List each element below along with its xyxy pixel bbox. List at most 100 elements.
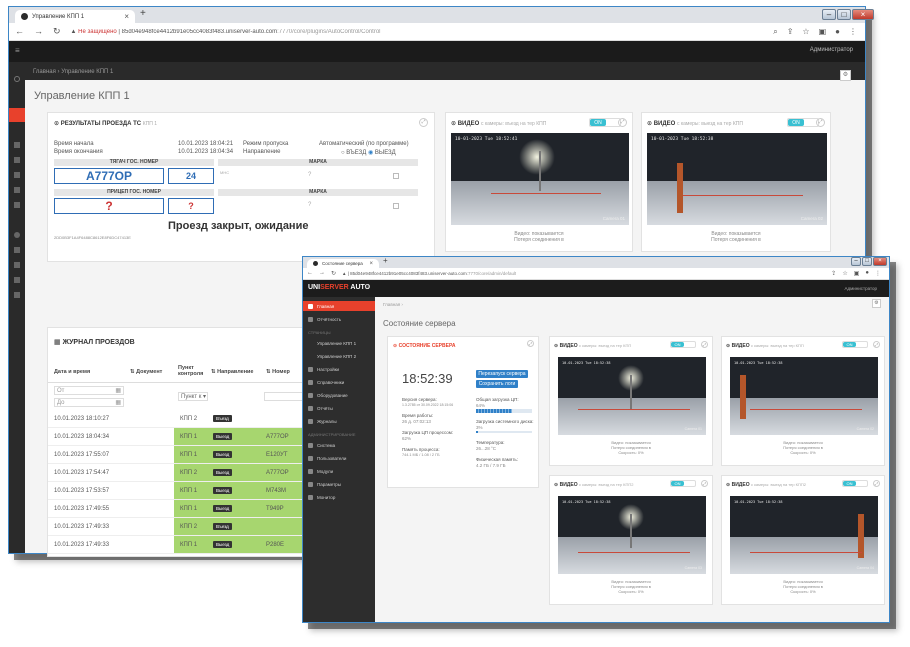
col-post[interactable]: Пункт контроля [178, 365, 206, 377]
forward-arrow-icon[interactable]: → [319, 270, 325, 277]
side-indicator-icon[interactable] [9, 108, 25, 122]
share-icon[interactable]: ⇪ [787, 27, 794, 37]
new-tab-icon[interactable]: + [140, 8, 146, 19]
sidebar-item[interactable]: Отчёты [303, 403, 375, 413]
expand-icon[interactable]: ⤢ [701, 341, 708, 348]
table-row[interactable]: 10.01.2023 18:04:34 КПП 1 Выезд А777ОР [48, 428, 314, 446]
sidebar-item[interactable]: Журналы [303, 416, 375, 426]
expand-icon[interactable]: ⤢ [419, 118, 428, 127]
side-icon-3[interactable] [14, 157, 20, 163]
sidebar-item[interactable]: Настройки [303, 364, 375, 374]
profile-icon[interactable]: ● [835, 27, 840, 37]
sidebar-item[interactable]: Главная [303, 301, 375, 311]
calendar-icon[interactable]: ▦ [115, 399, 121, 407]
back-arrow-icon[interactable]: ← [15, 26, 24, 37]
filter-from[interactable]: От ▦ [54, 386, 124, 395]
col-datetime[interactable]: Дата и время [54, 369, 90, 375]
minimize-icon[interactable]: – [851, 257, 861, 266]
logo[interactable]: UNISERVER AUTO [308, 284, 370, 291]
reload-icon[interactable]: ↻ [331, 270, 336, 277]
sidebar-item[interactable]: Оборудование [303, 390, 375, 400]
sidebar-icon[interactable]: ▣ [854, 270, 860, 277]
hamburger-icon[interactable]: ≡ [15, 46, 20, 55]
window-close-icon[interactable]: × [852, 9, 874, 20]
expand-icon[interactable]: ⤢ [618, 118, 627, 127]
side-icon-7[interactable] [14, 232, 20, 238]
col-plate[interactable]: ⇅ Номер [266, 369, 290, 375]
share-icon[interactable]: ⇪ [831, 270, 836, 277]
table-row[interactable]: 10.01.2023 17:53:57 КПП 1 Выезд М743М [48, 482, 314, 500]
filter-to[interactable]: До ▦ [54, 398, 124, 407]
filter-post[interactable]: Пункт к ▾ [178, 392, 208, 401]
side-icon-6[interactable] [14, 202, 20, 208]
video-toggle[interactable]: ON [842, 480, 868, 487]
back-tab[interactable]: Управление КПП 1 × [15, 10, 135, 23]
table-row[interactable]: 10.01.2023 18:10:27 КПП 2 Въезд [48, 410, 314, 428]
video-toggle[interactable]: ON [589, 118, 621, 127]
settings-gear-icon[interactable]: ⚙ [872, 299, 881, 308]
sidebar-item[interactable]: Управление КПП 1 [303, 338, 375, 348]
breadcrumb-home[interactable]: Главная [33, 69, 56, 75]
front-url[interactable]: ▲ | 85d04e948fce4412b91e05cc4083f483.uni… [342, 271, 516, 276]
save-log-button[interactable]: Сохранить логи [476, 380, 518, 388]
sidebar-item[interactable]: Отчётность [303, 314, 375, 324]
direction-radios[interactable]: ○ ВЪЕЗД ◉ ВЫЕЗД [341, 149, 396, 156]
table-row[interactable]: 10.01.2023 17:49:33 КПП 1 Выезд Р280Е [48, 536, 314, 554]
sidebar-item[interactable]: Управление КПП 2 [303, 351, 375, 361]
star-icon[interactable]: ☆ [842, 270, 847, 277]
video-toggle[interactable]: ON [670, 341, 696, 348]
star-icon[interactable]: ☆ [802, 27, 809, 37]
back-arrow-icon[interactable]: ← [307, 270, 313, 277]
direction-out[interactable]: ВЫЕЗД [375, 150, 396, 156]
side-icon-2[interactable] [14, 142, 20, 148]
col-direction[interactable]: ⇅ Направление [211, 369, 253, 375]
front-tab[interactable]: Состояние сервера × [307, 259, 379, 268]
brand-checkbox[interactable] [393, 173, 399, 179]
sidebar-icon[interactable]: ▣ [819, 27, 827, 37]
sidebar-item[interactable]: Параметры [303, 479, 375, 489]
direction-in[interactable]: ВЪЕЗД [346, 150, 366, 156]
forward-arrow-icon[interactable]: → [34, 26, 43, 37]
back-url[interactable]: ▲ Не защищено | 85d04e948fce4412b91e05cc… [71, 29, 381, 35]
hamburger-icon[interactable]: ≡ [365, 284, 369, 290]
restart-server-button[interactable]: Перезапуск сервера [476, 370, 528, 378]
sidebar-item[interactable]: Система [303, 440, 375, 450]
window-close-icon[interactable]: × [873, 257, 887, 266]
side-icon-9[interactable] [14, 262, 20, 268]
video-toggle[interactable]: ON [842, 341, 868, 348]
sidebar-item[interactable]: Пользователи [303, 453, 375, 463]
expand-icon[interactable]: ⤢ [527, 340, 534, 347]
col-document[interactable]: ⇅ Документ [130, 369, 162, 375]
sidebar-item[interactable]: Справочники [303, 377, 375, 387]
expand-icon[interactable]: ⤢ [701, 480, 708, 487]
brand-checkbox-2[interactable] [393, 203, 399, 209]
side-icon-8[interactable] [14, 247, 20, 253]
menu-dots-icon[interactable]: ⋮ [875, 270, 881, 277]
close-icon[interactable]: × [369, 261, 373, 267]
new-tab-icon[interactable]: + [383, 256, 388, 265]
menu-dots-icon[interactable]: ⋮ [849, 27, 857, 37]
back-user-menu[interactable]: Администратор [810, 47, 853, 53]
front-user-menu[interactable]: Администратор [845, 286, 877, 291]
sidebar-item[interactable]: Модули [303, 466, 375, 476]
zoom-icon[interactable]: ⌕ [773, 27, 777, 37]
close-icon[interactable]: × [124, 12, 129, 21]
expand-icon[interactable]: ⤢ [816, 118, 825, 127]
maximize-icon[interactable]: □ [862, 257, 872, 266]
side-icon-4[interactable] [14, 172, 20, 178]
table-row[interactable]: 10.01.2023 17:54:47 КПП 2 Выезд А777ОР [48, 464, 314, 482]
side-icon-1[interactable] [14, 76, 20, 82]
sidebar-item[interactable]: Монитор [303, 492, 375, 502]
side-icon-11[interactable] [14, 292, 20, 298]
profile-icon[interactable]: ● [865, 270, 869, 277]
minimize-icon[interactable]: – [822, 9, 836, 20]
side-icon-10[interactable] [14, 277, 20, 283]
calendar-icon[interactable]: ▦ [115, 387, 121, 395]
maximize-icon[interactable]: □ [837, 9, 851, 20]
side-icon-5[interactable] [14, 187, 20, 193]
reload-icon[interactable]: ↻ [53, 26, 61, 37]
breadcrumb-home[interactable]: Главная [383, 302, 400, 307]
settings-gear-icon[interactable]: ⚙ [840, 70, 851, 81]
table-row[interactable]: 10.01.2023 17:49:33 КПП 2 Въезд [48, 518, 314, 536]
table-row[interactable]: 10.01.2023 17:55:07 КПП 1 Выезд Е120УТ [48, 446, 314, 464]
